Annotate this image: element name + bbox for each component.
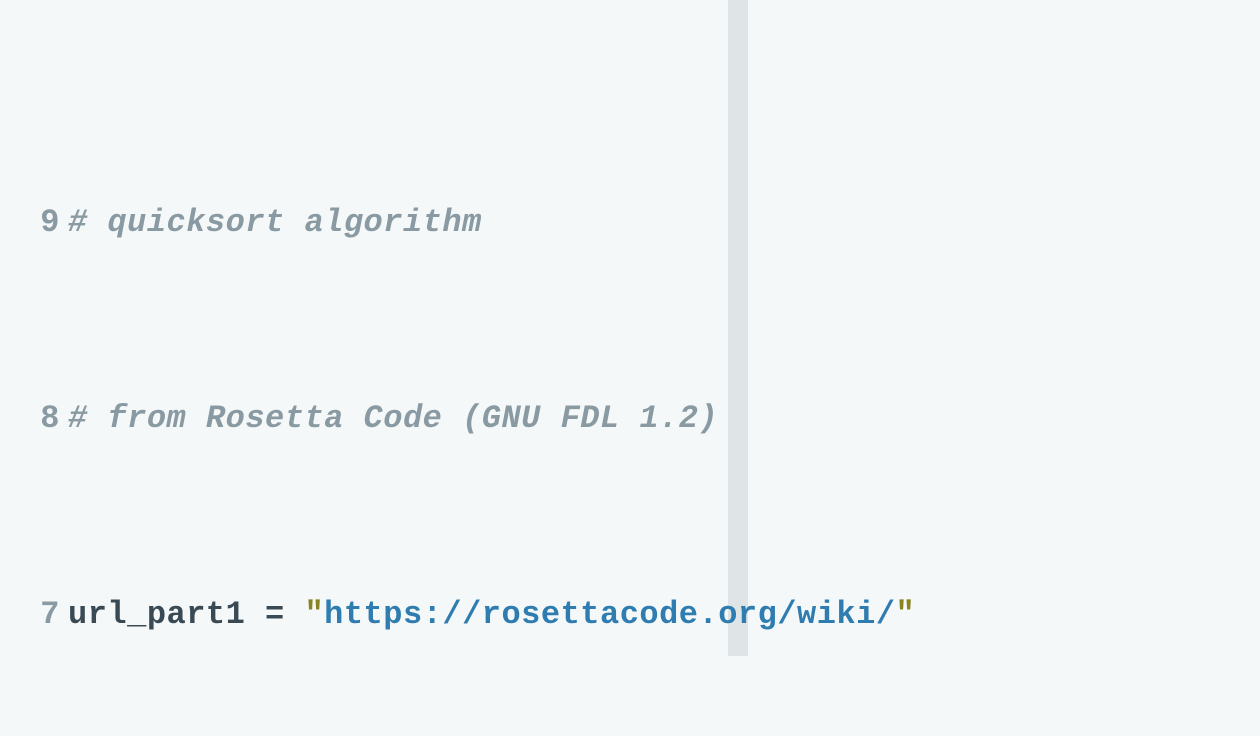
identifier: url_part1	[68, 596, 265, 633]
string-quote: "	[304, 596, 324, 633]
string-quote: "	[896, 596, 916, 633]
code-line: 8# from Rosetta Code (GNU FDL 1.2)	[0, 394, 1260, 443]
code-line: 7url_part1 = "https://rosettacode.org/wi…	[0, 590, 1260, 639]
line-number: 7	[0, 590, 68, 639]
comment: # quicksort algorithm	[68, 204, 482, 241]
operator: =	[265, 596, 304, 633]
comment: # from Rosetta Code (GNU FDL 1.2)	[68, 400, 718, 437]
code-editor[interactable]: 9# quicksort algorithm 8# from Rosetta C…	[0, 0, 1260, 736]
color-column	[728, 0, 748, 656]
code-line: 9# quicksort algorithm	[0, 198, 1260, 247]
line-number: 8	[0, 394, 68, 443]
line-number: 9	[0, 198, 68, 247]
string-text: https://rosettacode.org/wiki/	[324, 596, 895, 633]
